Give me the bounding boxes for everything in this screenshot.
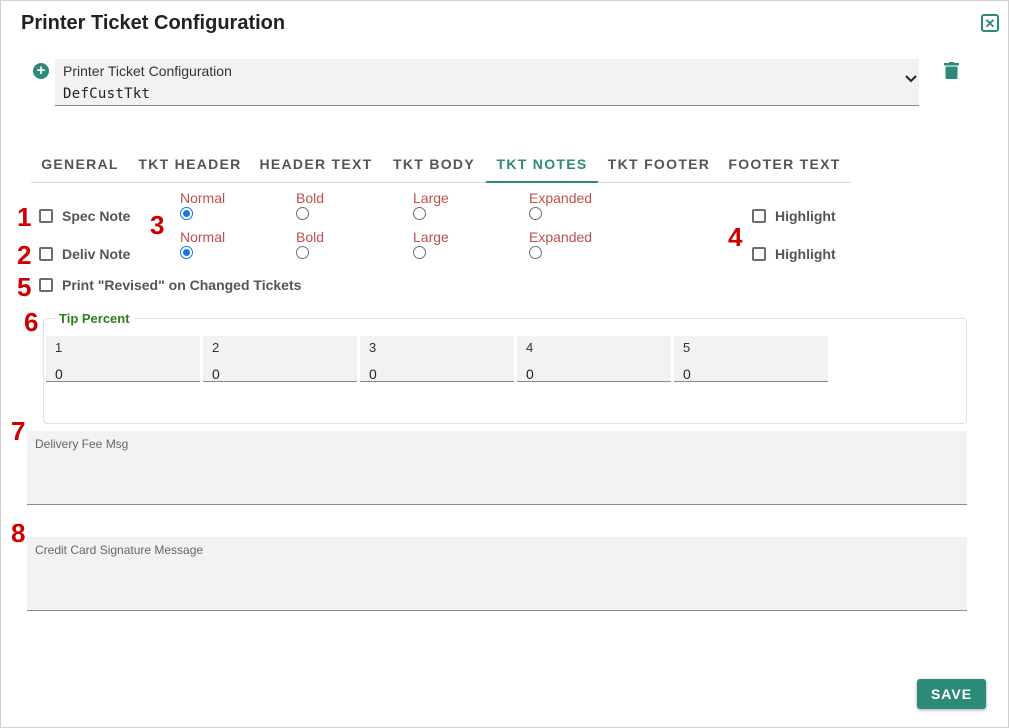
tip-field-value: 0 xyxy=(369,366,377,382)
spec-style-large-radio[interactable] xyxy=(413,207,426,220)
spec-note-checkbox[interactable] xyxy=(39,209,53,223)
tip-percent-field-3[interactable]: 3 0 xyxy=(360,336,514,382)
tip-field-label: 5 xyxy=(683,340,691,355)
deliv-note-label: Deliv Note xyxy=(62,246,131,262)
tab-tkt-header[interactable]: TKT HEADER xyxy=(131,150,249,181)
annotation-5: 5 xyxy=(17,272,32,302)
annotation-4: 4 xyxy=(728,222,743,252)
save-button[interactable]: SAVE xyxy=(917,679,986,709)
tip-percent-field-2[interactable]: 2 0 xyxy=(203,336,357,382)
tab-header-text[interactable]: HEADER TEXT xyxy=(253,150,379,181)
tip-field-label: 2 xyxy=(212,340,220,355)
tip-field-label: 3 xyxy=(369,340,377,355)
deliv-style-normal-label: Normal xyxy=(180,229,226,245)
tip-field-value: 0 xyxy=(55,366,63,382)
deliv-style-bold-radio[interactable] xyxy=(296,246,309,259)
spec-highlight-checkbox[interactable] xyxy=(752,209,766,223)
chevron-down-icon xyxy=(905,75,917,83)
spec-style-large-label: Large xyxy=(413,190,449,206)
spec-style-bold-label: Bold xyxy=(296,190,325,206)
spec-highlight-label: Highlight xyxy=(775,208,836,224)
annotation-3: 3 xyxy=(150,210,165,240)
dialog-title: Printer Ticket Configuration xyxy=(21,12,286,34)
deliv-highlight-checkbox[interactable] xyxy=(752,247,766,261)
tip-field-value: 0 xyxy=(526,366,534,382)
config-select-label: Printer Ticket Configuration xyxy=(63,63,232,79)
annotation-2: 2 xyxy=(17,240,32,270)
delivery-fee-msg-label: Delivery Fee Msg xyxy=(35,437,129,451)
deliv-style-bold-label: Bold xyxy=(296,229,325,245)
cc-signature-msg-label: Credit Card Signature Message xyxy=(35,543,204,557)
tab-general[interactable]: GENERAL xyxy=(31,150,129,181)
print-revised-label: Print "Revised" on Changed Tickets xyxy=(62,277,302,293)
deliv-style-large-radio[interactable] xyxy=(413,246,426,259)
spec-style-expanded-radio[interactable] xyxy=(529,207,542,220)
annotation-6: 6 xyxy=(24,307,39,337)
close-icon[interactable]: ✕ xyxy=(981,14,999,32)
deliv-style-expanded-radio[interactable] xyxy=(529,246,542,259)
config-select[interactable]: Printer Ticket Configuration DefCustTkt xyxy=(55,59,919,106)
spec-style-normal-radio[interactable] xyxy=(180,207,193,220)
tip-percent-field-5[interactable]: 5 0 xyxy=(674,336,828,382)
cc-signature-msg-field[interactable]: Credit Card Signature Message xyxy=(27,537,967,611)
deliv-highlight-label: Highlight xyxy=(775,246,836,262)
tab-bar: GENERAL TKT HEADER HEADER TEXT TKT BODY … xyxy=(31,150,851,183)
trash-icon[interactable] xyxy=(944,62,959,79)
tab-tkt-footer[interactable]: TKT FOOTER xyxy=(603,150,715,181)
tip-field-label: 1 xyxy=(55,340,63,355)
tip-percent-legend: Tip Percent xyxy=(55,311,134,326)
tab-footer-text[interactable]: FOOTER TEXT xyxy=(721,150,848,181)
deliv-style-expanded-label: Expanded xyxy=(529,229,593,245)
config-select-value: DefCustTkt xyxy=(63,86,151,102)
print-revised-checkbox[interactable] xyxy=(39,278,53,292)
spec-note-label: Spec Note xyxy=(62,208,131,224)
tab-tkt-notes[interactable]: TKT NOTES xyxy=(486,150,598,183)
spec-style-bold-radio[interactable] xyxy=(296,207,309,220)
tip-field-label: 4 xyxy=(526,340,534,355)
tip-percent-field-4[interactable]: 4 0 xyxy=(517,336,671,382)
annotation-1: 1 xyxy=(17,202,32,232)
spec-style-expanded-label: Expanded xyxy=(529,190,593,206)
annotation-8: 8 xyxy=(11,518,26,548)
tab-tkt-body[interactable]: TKT BODY xyxy=(385,150,483,181)
add-icon[interactable]: + xyxy=(33,63,49,79)
printer-ticket-dialog: Printer Ticket Configuration ✕ + Printer… xyxy=(0,0,1009,728)
deliv-style-normal-radio[interactable] xyxy=(180,246,193,259)
tip-field-value: 0 xyxy=(683,366,691,382)
deliv-style-large-label: Large xyxy=(413,229,449,245)
tip-percent-field-1[interactable]: 1 0 xyxy=(46,336,200,382)
tip-field-value: 0 xyxy=(212,366,220,382)
annotation-7: 7 xyxy=(11,416,26,446)
spec-style-normal-label: Normal xyxy=(180,190,226,206)
deliv-note-checkbox[interactable] xyxy=(39,247,53,261)
delivery-fee-msg-field[interactable]: Delivery Fee Msg xyxy=(27,431,967,505)
